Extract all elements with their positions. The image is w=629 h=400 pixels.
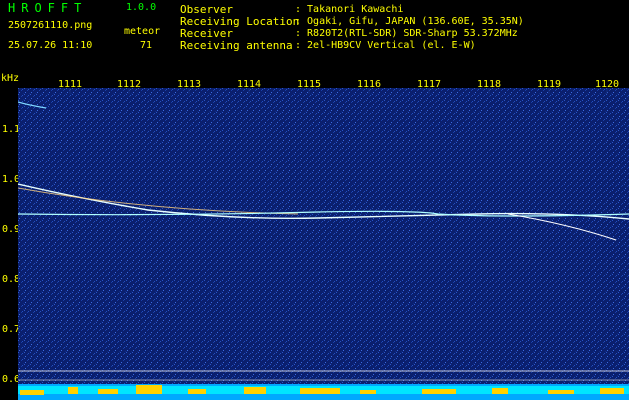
antenna-label: Receiving antenna: [180, 39, 293, 52]
receiver-label: Receiver: [180, 27, 233, 40]
meteor-count: 71: [140, 40, 153, 51]
location-value: : Ogaki, Gifu, JAPAN (136.60E, 35.35N): [295, 16, 524, 27]
header-panel: HROFFT 1.0.0 2507261110.png meteor 25.07…: [0, 0, 629, 72]
location-label: Receiving Location: [180, 15, 300, 28]
noise-background: [18, 88, 629, 384]
observer-label: Observer: [180, 3, 233, 16]
receiver-value: : R820T2(RTL-SDR) SDR-Sharp 53.372MHz: [295, 28, 518, 39]
frequency-unit: kHz: [1, 73, 20, 84]
app-version: 1.0.0: [126, 2, 157, 13]
meteor-label: meteor: [124, 26, 161, 37]
file-name: 2507261110.png: [8, 20, 93, 31]
app-title: HROFFT: [8, 1, 88, 15]
spectrogram: [18, 88, 629, 384]
antenna-value: : 2el-HB9CV Vertical (el. E-W): [295, 40, 476, 51]
spectrum-bar: [18, 384, 629, 400]
timestamp: 25.07.26 11:10: [8, 40, 93, 51]
observer-value: : Takanori Kawachi: [295, 4, 404, 15]
